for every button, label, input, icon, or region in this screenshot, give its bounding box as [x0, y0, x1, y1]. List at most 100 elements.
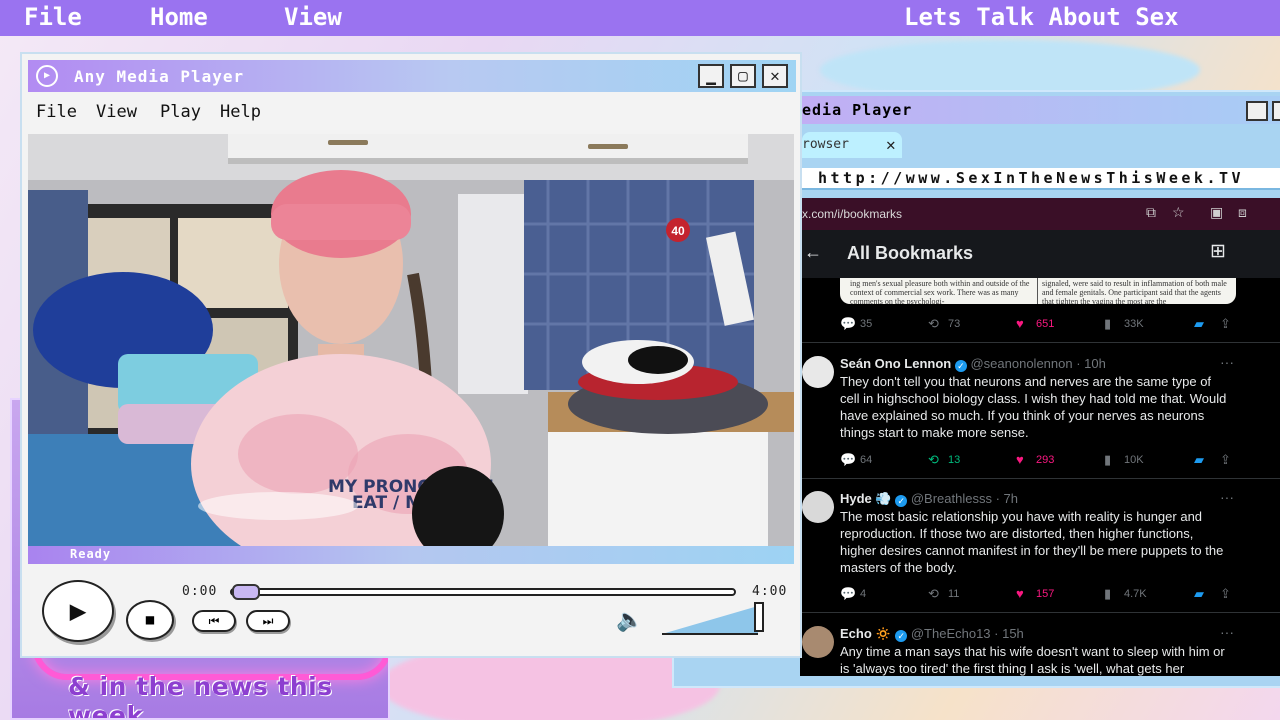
star-icon[interactable]: ☆ — [1172, 204, 1185, 221]
author-name[interactable]: Hyde 💨 — [840, 491, 892, 506]
address-text[interactable]: x.com/i/bookmarks — [802, 207, 902, 221]
author-handle[interactable]: @seanonolennon · 10h — [970, 356, 1105, 371]
play-button[interactable]: ▶ — [42, 580, 114, 642]
seek-bar[interactable] — [230, 584, 736, 600]
stop-button[interactable]: ■ — [126, 600, 174, 640]
share-icon[interactable]: ⇪ — [1220, 452, 1231, 468]
bookmarks-header: ← All Bookmarks ⊞ — [800, 230, 1280, 278]
top-menu-bar: File Home View Lets Talk About Sex — [0, 0, 1280, 36]
post-attached-image[interactable]: ing men's sexual pleasure both within an… — [840, 278, 1236, 304]
share-icon[interactable]: ⇪ — [1220, 316, 1231, 332]
url-text: http://www.SexInTheNewsThisWeek.TV — [818, 169, 1245, 187]
menu-view[interactable]: View — [96, 102, 137, 122]
show-title: Lets Talk About Sex — [904, 3, 1179, 31]
repost-icon[interactable]: ⟲ — [928, 316, 939, 332]
share-icon[interactable]: ⇪ — [1220, 586, 1231, 602]
bookmark-icon[interactable]: ▰ — [1194, 452, 1204, 468]
verified-badge-icon: ✓ — [954, 360, 967, 372]
view-count: 4.7K — [1124, 588, 1147, 600]
status-text: Ready — [70, 547, 112, 561]
media-player-window: ▶ Any Media Player ▁ ▢ ✕ File View Play … — [20, 52, 802, 658]
browser-maximize-button[interactable] — [1272, 101, 1280, 121]
post-item[interactable]: Hyde 💨 ✓ @Breathlesss · 7h ··· The most … — [800, 489, 1280, 601]
top-menu-home[interactable]: Home — [150, 3, 208, 31]
media-player-titlebar[interactable]: ▶ Any Media Player ▁ ▢ ✕ — [28, 60, 796, 92]
reply-count: 4 — [860, 588, 867, 600]
verified-badge-icon: ✓ — [895, 630, 908, 642]
repost-count: 11 — [948, 588, 960, 600]
more-options-icon[interactable]: ··· — [1220, 624, 1234, 640]
avatar[interactable] — [802, 626, 834, 658]
author-name[interactable]: Echo 🔅 — [840, 626, 892, 641]
status-bar: Ready — [28, 546, 794, 564]
browser-tab[interactable]: rowser ✕ — [802, 132, 902, 158]
browser-tab-label: rowser — [802, 137, 849, 152]
author-handle[interactable]: @TheEcho13 · 15h — [911, 626, 1024, 641]
volume-level-fill — [662, 606, 758, 634]
post-text: They don't tell you that neurons and ner… — [840, 374, 1227, 440]
avatar[interactable] — [802, 491, 834, 523]
puzzle-icon[interactable]: ⧈ — [1238, 204, 1247, 221]
author-name[interactable]: Seán Ono Lennon — [840, 356, 951, 371]
views-icon[interactable]: ▮ — [1104, 452, 1111, 468]
bookmarks-title: All Bookmarks — [847, 243, 974, 263]
video-calendar-text: 40 — [671, 224, 685, 238]
speaker-icon[interactable]: 🔈 — [616, 608, 643, 633]
bookmark-icon[interactable]: ▰ — [1194, 586, 1204, 602]
like-icon[interactable]: ♥ — [1016, 316, 1024, 331]
browser-minimize-button[interactable] — [1246, 101, 1268, 121]
minimize-button[interactable]: ▁ — [698, 64, 724, 88]
x-bookmarks-view: x.com/i/bookmarks ⧉ ☆ ▣ ⧈ ← All Bookmark… — [800, 198, 1280, 676]
extension-icon[interactable]: ▣ — [1210, 204, 1223, 221]
like-icon[interactable]: ♥ — [1016, 452, 1024, 467]
maximize-button[interactable]: ▢ — [730, 64, 756, 88]
like-count: 293 — [1036, 454, 1055, 466]
post-header: Hyde 💨 ✓ @Breathlesss · 7h — [840, 491, 1018, 507]
url-bar[interactable]: http://www.SexInTheNewsThisWeek.TV — [802, 168, 1280, 190]
more-options-icon[interactable]: ··· — [1220, 354, 1234, 370]
post-item[interactable]: Echo 🔅 ✓ @TheEcho13 · 15h ··· Any time a… — [800, 624, 1280, 676]
back-arrow-icon[interactable]: ← — [804, 242, 822, 263]
add-bookmark-folder-icon[interactable]: ⊞ — [1210, 240, 1226, 263]
author-handle[interactable]: @Breathlesss · 7h — [911, 491, 1018, 506]
play-circle-icon: ▶ — [36, 65, 58, 87]
volume-slider[interactable] — [662, 602, 766, 635]
logo-tagline: & in the news this week — [68, 672, 333, 720]
close-icon[interactable]: ✕ — [886, 135, 896, 154]
video-frame[interactable]: 40 MY PRONO S ARE EAT / MY — [28, 134, 794, 546]
menu-file[interactable]: File — [36, 102, 77, 122]
image-column-divider — [1037, 278, 1038, 304]
reply-icon[interactable]: 💬 — [840, 452, 856, 468]
close-button[interactable]: ✕ — [762, 64, 788, 88]
post-item[interactable]: Seán Ono Lennon ✓ @seanonolennon · 10h ·… — [800, 354, 1280, 466]
top-menu-file[interactable]: File — [24, 3, 82, 31]
next-track-button[interactable]: ⏭ — [246, 610, 290, 632]
views-icon[interactable]: ▮ — [1104, 586, 1111, 602]
menu-help[interactable]: Help — [220, 102, 261, 122]
reply-icon[interactable]: 💬 — [840, 586, 856, 602]
previous-track-button[interactable]: ⏮ — [192, 610, 236, 632]
repost-icon[interactable]: ⟲ — [928, 586, 939, 602]
image-text-right: signaled, were said to result in inflamm… — [1042, 279, 1227, 304]
like-count: 157 — [1036, 588, 1055, 600]
media-player-title: Any Media Player — [74, 67, 245, 86]
menu-play[interactable]: Play — [160, 102, 201, 122]
post-actions: 💬 35 ⟲ 73 ♥ 651 ▮ 33K ▰ ⇪ — [840, 316, 1231, 334]
volume-handle[interactable] — [754, 602, 764, 632]
like-icon[interactable]: ♥ — [1016, 586, 1024, 601]
like-count: 651 — [1036, 318, 1055, 330]
bookmark-icon[interactable]: ▰ — [1194, 316, 1204, 332]
player-controls: ▶ ■ ⏮ ⏭ 0:00 4:00 🔈 — [22, 566, 804, 660]
avatar[interactable] — [802, 356, 834, 388]
seek-handle[interactable] — [232, 584, 260, 600]
more-options-icon[interactable]: ··· — [1220, 489, 1234, 505]
repost-count: 73 — [948, 318, 961, 330]
top-menu-view[interactable]: View — [284, 3, 342, 31]
repost-count: 13 — [948, 454, 961, 466]
repost-icon[interactable]: ⟲ — [928, 452, 939, 468]
browser-tab-strip: rowser ✕ — [802, 132, 1280, 158]
views-icon[interactable]: ▮ — [1104, 316, 1111, 332]
reply-icon[interactable]: 💬 — [840, 316, 856, 332]
view-count: 33K — [1124, 318, 1144, 330]
install-icon[interactable]: ⧉ — [1146, 204, 1156, 221]
